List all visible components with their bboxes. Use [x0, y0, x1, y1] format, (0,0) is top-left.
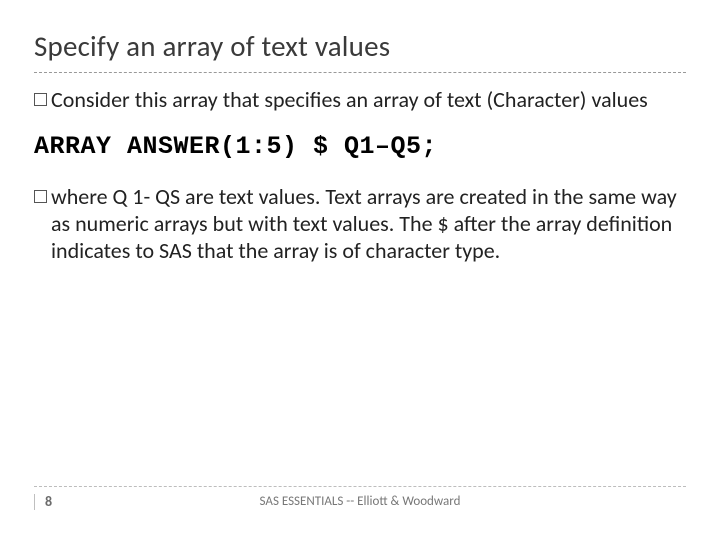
bullet-item: Consider this array that specifies an ar…: [34, 87, 686, 114]
slide-body: Consider this array that specifies an ar…: [34, 87, 686, 265]
page-number-wrap: 8: [34, 493, 52, 510]
bullet-square-icon: [34, 190, 47, 203]
slide-title: Specify an array of text values: [34, 28, 686, 73]
footer: 8 SAS ESSENTIALS -- Elliott & Woodward: [34, 486, 686, 510]
footer-divider-icon: [34, 494, 35, 510]
footer-text: SAS ESSENTIALS -- Elliott & Woodward: [34, 494, 686, 509]
page-number: 8: [45, 493, 52, 510]
bullet-text: where Q 1- QS are text values. Text arra…: [51, 184, 686, 264]
bullet-text: Consider this array that specifies an ar…: [51, 87, 686, 114]
bullet-item: where Q 1- QS are text values. Text arra…: [34, 184, 686, 264]
slide: Specify an array of text values Consider…: [0, 0, 720, 540]
bullet-square-icon: [34, 93, 47, 106]
code-line: ARRAY ANSWER(1:5) $ Q1–Q5;: [34, 132, 686, 163]
